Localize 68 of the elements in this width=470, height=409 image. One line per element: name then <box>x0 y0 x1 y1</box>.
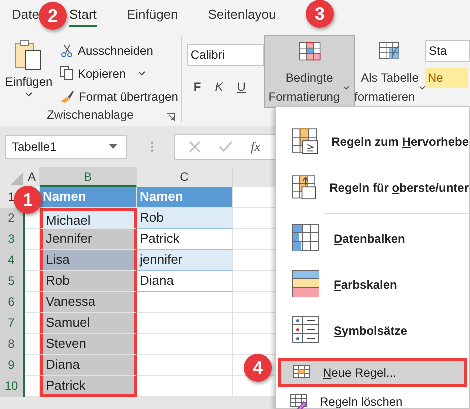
menu-item[interactable]: Regeln löschen <box>278 387 467 409</box>
clipboard-action[interactable]: Format übertragen <box>58 86 180 107</box>
font-style-button[interactable]: U <box>234 78 249 96</box>
ribbon-tab[interactable]: Seitenlayou <box>208 3 276 27</box>
drag-handle-icon[interactable] <box>151 140 154 152</box>
scissors-icon <box>60 44 74 58</box>
table-cell: Michael <box>40 208 137 229</box>
table-cell: Vanessa <box>40 292 137 313</box>
ribbon-tab[interactable]: Date <box>12 3 40 27</box>
ribbon-tab[interactable]: Einfügen <box>126 3 178 27</box>
table-cell: Patrick <box>40 376 137 397</box>
cell-style-tile[interactable]: Sta <box>425 40 470 62</box>
group-label: Zwischenablage <box>47 108 134 122</box>
row-header[interactable]: 9 <box>0 355 25 376</box>
menu-item[interactable]: Farbskalen <box>276 262 469 308</box>
row-header[interactable]: 3 <box>0 229 25 250</box>
table-cell: Lisa <box>40 250 137 271</box>
table-cell: Rob <box>137 208 233 229</box>
menu-item[interactable]: Regeln für oberste/unter <box>276 165 469 211</box>
table-cell: Diana <box>40 355 137 376</box>
font-style-button[interactable]: F <box>190 78 204 96</box>
menu-item[interactable]: Datenbalken <box>276 216 469 262</box>
data-bars-icon <box>292 224 322 254</box>
table-cell: Diana <box>137 271 233 292</box>
highlight-rules-icon <box>292 127 320 157</box>
dropdown-icon <box>109 144 118 149</box>
row-header[interactable]: 5 <box>0 271 25 292</box>
menu-item[interactable]: Regeln zum Hervorhebe <box>276 119 469 165</box>
new-rule-icon <box>293 364 311 380</box>
menu-item[interactable]: Neue Regel... <box>278 358 467 387</box>
select-all-icon[interactable] <box>11 173 23 185</box>
table-cell: Namen <box>40 187 137 208</box>
table-cell: jennifer <box>137 250 233 271</box>
caret-icon <box>138 70 146 76</box>
row-header[interactable]: 8 <box>0 334 25 355</box>
clipboard-action[interactable]: Ausschneiden <box>58 40 180 61</box>
copy-icon <box>60 66 74 81</box>
table-cell: Rob <box>40 271 137 292</box>
check-icon[interactable] <box>219 140 233 152</box>
font-name-field[interactable]: Calibri <box>186 44 264 66</box>
row-header[interactable]: 10 <box>0 376 25 397</box>
column-header[interactable]: B <box>40 167 137 187</box>
clipboard-action[interactable]: Kopieren <box>58 63 180 84</box>
menu-item[interactable]: Symbolsätze <box>276 308 469 354</box>
cancel-icon[interactable] <box>189 140 201 152</box>
dialog-launcher-icon[interactable] <box>166 113 175 121</box>
icon-sets-icon <box>292 316 322 346</box>
paintbrush-icon <box>60 90 75 104</box>
name-box[interactable]: Tabelle1 <box>5 134 127 158</box>
caret-icon <box>25 92 33 98</box>
color-scales-icon <box>292 270 322 300</box>
caret-icon <box>343 86 350 91</box>
font-style-button[interactable]: K <box>212 78 226 96</box>
caret-icon <box>418 86 426 91</box>
paste-button[interactable]: Einfügen <box>0 36 58 107</box>
table-cell: Jennifer <box>40 229 137 250</box>
table-cell: Steven <box>40 334 137 355</box>
insert-function-button[interactable]: fx <box>251 138 260 154</box>
conditional-formatting-button[interactable]: Bedingte Formatierung <box>264 35 355 108</box>
ribbon-tab[interactable]: Start <box>69 3 97 27</box>
row-header[interactable]: 4 <box>0 250 25 271</box>
clipboard-icon <box>14 40 44 72</box>
row-header[interactable]: 7 <box>0 313 25 334</box>
cell-style-tile[interactable]: Ne <box>425 68 468 88</box>
row-header[interactable]: 6 <box>0 292 25 313</box>
row-header[interactable]: 2 <box>0 208 25 229</box>
table-cell: Namen <box>137 187 233 208</box>
table-cell: Samuel <box>40 313 137 334</box>
